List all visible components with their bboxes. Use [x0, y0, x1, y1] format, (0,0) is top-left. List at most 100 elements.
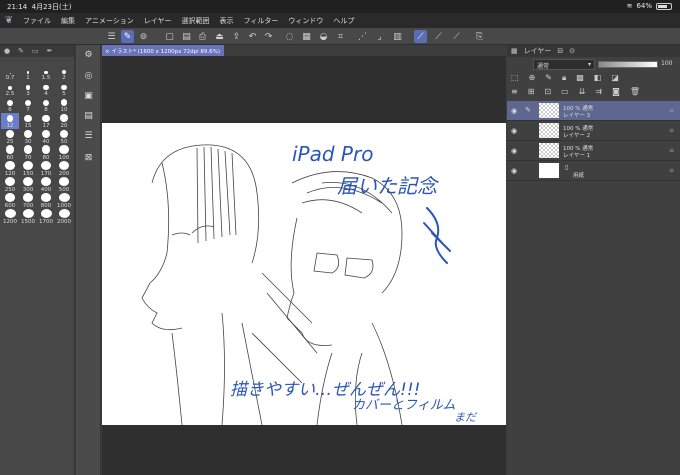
brush-size-option[interactable]: 2000 [55, 209, 73, 225]
brush-size-option[interactable]: 200 [55, 161, 73, 177]
pen-tab-icon[interactable]: ✎ [18, 47, 24, 55]
brush-size-option[interactable]: 120 [1, 161, 19, 177]
brush-size-option[interactable]: 100 [55, 145, 73, 161]
brush-size-option[interactable]: 25 [1, 129, 19, 145]
brush-size-option[interactable]: 50 [55, 129, 73, 145]
crop-icon[interactable]: ⌟ [373, 30, 386, 43]
drag-handle-icon[interactable]: ≡ [669, 107, 674, 114]
draft-layer-icon[interactable]: ✎ [545, 73, 552, 85]
quick-access-icon[interactable]: ⎘ [473, 30, 486, 43]
brush-size-option[interactable]: 8 [37, 97, 55, 113]
brush-size-option[interactable]: 12 [1, 113, 19, 129]
share-icon[interactable]: ⇪ [230, 30, 243, 43]
merge-down-icon[interactable]: ⇊ [579, 87, 586, 99]
brush-size-option[interactable]: 1200 [1, 209, 19, 225]
close-tab-icon[interactable]: × [105, 49, 110, 55]
brush-size-option[interactable]: 30 [19, 129, 37, 145]
brush-size-option[interactable]: 7 [19, 97, 37, 113]
brush-size-option[interactable]: 800 [37, 193, 55, 209]
undo-icon[interactable]: ↶ [246, 30, 259, 43]
brush-size-option[interactable]: 1500 [19, 209, 37, 225]
brush-size-option[interactable]: 1000 [55, 193, 73, 209]
brush-size-option[interactable]: 2 [55, 65, 73, 81]
menu-filter[interactable]: フィルター [239, 16, 284, 26]
brush-size-option[interactable]: 500 [55, 177, 73, 193]
deselect-icon[interactable]: ◌ [283, 30, 296, 43]
material-icon[interactable]: ⊠ [82, 151, 95, 164]
brush-size-option[interactable]: 250 [1, 177, 19, 193]
fill-icon[interactable]: ◒ [317, 30, 330, 43]
menu-window[interactable]: ウィンドウ [283, 16, 328, 26]
layer-tab-icon[interactable]: ▦ [511, 47, 518, 55]
open-file-icon[interactable]: ▤ [180, 30, 193, 43]
mask-icon[interactable]: ◧ [594, 73, 602, 85]
snap-grid-icon[interactable]: ⟋ [450, 30, 463, 43]
visibility-eye-icon[interactable]: ◉ [511, 107, 517, 115]
brush-size-option[interactable]: 0.7 [1, 65, 19, 81]
menu-edit[interactable]: 編集 [56, 16, 80, 26]
snap-ruler-icon[interactable]: ⟋ [414, 30, 427, 43]
brush-size-option[interactable]: 5 [55, 81, 73, 97]
brush-size-option[interactable]: 6 [1, 97, 19, 113]
brush-size-option[interactable]: 80 [37, 145, 55, 161]
new-folder-icon[interactable]: ▭ [561, 87, 569, 99]
brush-size-option[interactable]: 20 [55, 113, 73, 129]
mask-add-icon[interactable]: ◙ [612, 87, 620, 99]
reference-icon[interactable]: ⊚ [137, 30, 150, 43]
brush-size-tab-icon[interactable]: ● [4, 47, 10, 55]
brush-size-option[interactable]: 15 [19, 113, 37, 129]
menu-file[interactable]: ファイル [18, 16, 56, 26]
color-icon[interactable]: ◎ [82, 69, 95, 82]
brush-size-option[interactable]: 3 [19, 81, 37, 97]
fit-icon[interactable]: ▥ [391, 30, 404, 43]
drawing-canvas[interactable]: iPad Pro 届いた記念 描きやすい…ぜんぜん!!! カバーとフィルム まだ [102, 123, 506, 425]
delete-layer-icon[interactable]: 🗑︎ [630, 87, 640, 99]
brush-size-option[interactable]: 2.5 [1, 81, 19, 97]
lock-layer-icon[interactable]: 🔒︎ [562, 73, 566, 85]
tool-settings-icon[interactable]: ⚙ [82, 48, 95, 61]
menu-view[interactable]: 表示 [215, 16, 239, 26]
visibility-eye-icon[interactable]: ◉ [511, 147, 517, 155]
transform-icon[interactable]: ⌗ [334, 30, 347, 43]
clear-icon[interactable]: ▦ [300, 30, 313, 43]
snap-special-ruler-icon[interactable]: ⟋ [432, 30, 445, 43]
menu-layer[interactable]: レイヤー [139, 16, 177, 26]
edit-layer-icon[interactable]: ✎ [121, 30, 134, 43]
layer-property-tab-icon[interactable]: ⊟ [557, 47, 563, 55]
blend-mode-select[interactable]: 通常 ▾ [533, 59, 595, 70]
transfer-icon[interactable]: ⇉ [595, 87, 602, 99]
brush-size-option[interactable]: 70 [19, 145, 37, 161]
new-vector-layer-icon[interactable]: ⊡ [544, 87, 551, 99]
drag-handle-icon[interactable]: ≡ [669, 167, 674, 174]
reference-layer-icon[interactable]: ⊕ [529, 73, 536, 85]
layer-row-paper[interactable]: ◉ ▯ 用紙 ≡ [507, 161, 680, 181]
tab-pen-icon[interactable]: ✒ [47, 47, 53, 55]
layer-row-2[interactable]: ◉ 100 % 通常 レイヤー 2 ≡ [507, 121, 680, 141]
layer-color-icon[interactable]: ◪ [611, 73, 619, 85]
brush-size-option[interactable]: 150 [19, 161, 37, 177]
layer-property-icon[interactable]: ▤ [82, 109, 95, 122]
app-logo-icon[interactable]: ❦ [0, 15, 18, 26]
hamburger-menu-icon[interactable]: ☰ [105, 30, 118, 43]
new-raster-layer-icon[interactable]: ⊞ [528, 87, 535, 99]
history-tab-icon[interactable]: ⊙ [569, 47, 575, 55]
new-file-icon[interactable]: ▢ [163, 30, 176, 43]
layer-row-1[interactable]: ◉ 100 % 通常 レイヤー 1 ≡ [507, 141, 680, 161]
menu-help[interactable]: ヘルプ [328, 16, 359, 26]
brush-size-option[interactable]: 600 [1, 193, 19, 209]
eraser-tab-icon[interactable]: ▭ [32, 47, 39, 55]
hide-selection-icon[interactable]: ⋰ [356, 30, 369, 43]
opacity-slider[interactable] [598, 61, 658, 68]
brush-size-option[interactable]: 10 [55, 97, 73, 113]
brush-size-option[interactable]: 60 [1, 145, 19, 161]
redo-icon[interactable]: ↷ [262, 30, 275, 43]
layer-tab-label[interactable]: レイヤー [524, 46, 552, 56]
save-icon[interactable]: ⎙ [196, 30, 209, 43]
brush-size-option[interactable]: 170 [37, 161, 55, 177]
brush-size-option[interactable]: 17 [37, 113, 55, 129]
brush-size-option[interactable]: 1.5 [37, 65, 55, 81]
menu-animation[interactable]: アニメーション [80, 16, 139, 26]
lock-alpha-icon[interactable]: ▩ [576, 73, 584, 85]
brush-size-option[interactable]: 40 [37, 129, 55, 145]
document-tab[interactable]: × イラスト* (1600 x 1200px 72dpi 89.6%) [102, 45, 224, 56]
